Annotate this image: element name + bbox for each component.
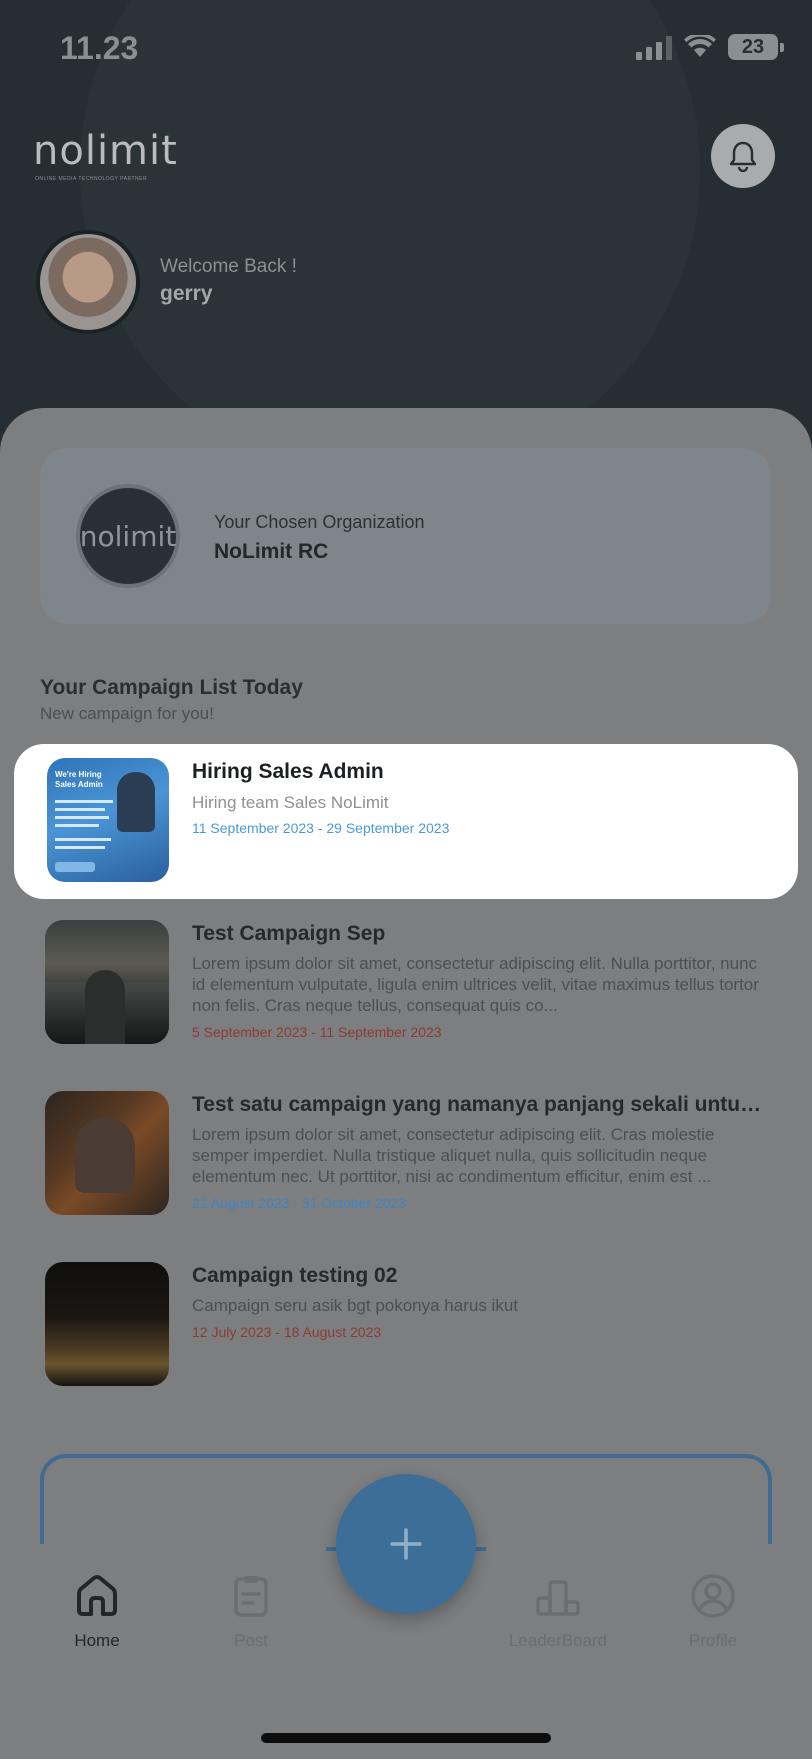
campaign-list-title: Your Campaign List Today bbox=[40, 676, 303, 699]
battery-level: 23 bbox=[728, 34, 778, 60]
status-icons: 23 bbox=[636, 34, 784, 60]
nav-post[interactable]: Post bbox=[191, 1572, 311, 1651]
nav-home-label: Home bbox=[74, 1631, 120, 1650]
leaderboard-icon bbox=[536, 1580, 580, 1616]
campaign-title: Test Campaign Sep bbox=[192, 922, 386, 945]
campaign-date: 21 August 2023 - 31 October 2023 bbox=[192, 1195, 407, 1211]
add-post-button[interactable] bbox=[336, 1474, 476, 1614]
post-icon bbox=[234, 1576, 268, 1617]
logo-tagline: ONLINE MEDIA TECHNOLOGY PARTNER bbox=[35, 176, 148, 182]
nav-post-label: Post bbox=[233, 1631, 269, 1650]
home-icon bbox=[77, 1575, 117, 1616]
bell-icon bbox=[729, 141, 757, 172]
profile-icon bbox=[691, 1574, 735, 1618]
status-time: 11.23 bbox=[60, 30, 139, 66]
campaign-thumbnail bbox=[45, 1262, 169, 1386]
campaign-item[interactable]: Campaign testing 02 Campaign seru asik b… bbox=[0, 1262, 812, 1392]
organization-name: NoLimit RC bbox=[214, 540, 329, 563]
campaign-thumbnail bbox=[45, 1091, 169, 1215]
campaign-title: Campaign testing 02 bbox=[192, 1264, 398, 1287]
campaign-description: Campaign seru asik bgt pokonya harus iku… bbox=[192, 1296, 519, 1315]
campaign-item[interactable]: We're Hiring Sales Admin Hiring Sales Ad… bbox=[0, 758, 812, 888]
campaign-list-subtitle: New campaign for you! bbox=[40, 704, 214, 723]
campaign-description: Lorem ipsum dolor sit amet, consectetur … bbox=[192, 954, 759, 1015]
nolimit-logo: nolimit ONLINE MEDIA TECHNOLOGY PARTNER bbox=[33, 128, 177, 188]
header-decoration bbox=[80, 0, 700, 460]
wifi-icon bbox=[684, 35, 716, 57]
nav-leaderboard[interactable]: LeaderBoard bbox=[498, 1572, 618, 1651]
campaign-item[interactable]: Test Campaign Sep Lorem ipsum dolor sit … bbox=[0, 920, 812, 1050]
campaign-date: 5 September 2023 - 11 September 2023 bbox=[192, 1024, 442, 1040]
home-indicator[interactable] bbox=[261, 1733, 551, 1743]
welcome-text: Welcome Back ! bbox=[160, 256, 297, 277]
nav-profile-label: Profile bbox=[688, 1631, 738, 1650]
campaign-title: Test satu campaign yang namanya panjang … bbox=[192, 1093, 762, 1116]
organization-avatar: nolimit bbox=[76, 484, 180, 588]
user-avatar[interactable] bbox=[36, 230, 140, 334]
thumbnail-text: We're Hiring Sales Admin bbox=[55, 770, 103, 789]
nav-leaderboard-label: LeaderBoard bbox=[508, 1631, 608, 1650]
campaign-thumbnail: We're Hiring Sales Admin bbox=[47, 758, 169, 882]
campaign-title: Hiring Sales Admin bbox=[192, 760, 384, 783]
nav-profile[interactable]: Profile bbox=[653, 1572, 773, 1651]
notification-button[interactable] bbox=[711, 124, 775, 188]
campaign-description: Lorem ipsum dolor sit amet, consectetur … bbox=[192, 1125, 715, 1186]
organization-label: Your Chosen Organization bbox=[214, 512, 425, 532]
campaign-item[interactable]: Test satu campaign yang namanya panjang … bbox=[0, 1091, 812, 1221]
signal-icon bbox=[636, 34, 672, 60]
app-header: 11.23 23 bbox=[0, 0, 812, 460]
nav-home[interactable]: Home bbox=[37, 1572, 157, 1651]
plus-icon bbox=[390, 1528, 422, 1560]
battery-icon: 23 bbox=[728, 34, 784, 60]
campaign-thumbnail bbox=[45, 920, 169, 1044]
campaign-date: 11 September 2023 - 29 September 2023 bbox=[192, 820, 450, 836]
username: gerry bbox=[160, 282, 213, 305]
campaign-description: Hiring team Sales NoLimit bbox=[192, 793, 389, 812]
organization-avatar-text: nolimit bbox=[79, 519, 177, 553]
logo-text: nolimit bbox=[33, 128, 178, 174]
campaign-date: 12 July 2023 - 18 August 2023 bbox=[192, 1324, 382, 1340]
